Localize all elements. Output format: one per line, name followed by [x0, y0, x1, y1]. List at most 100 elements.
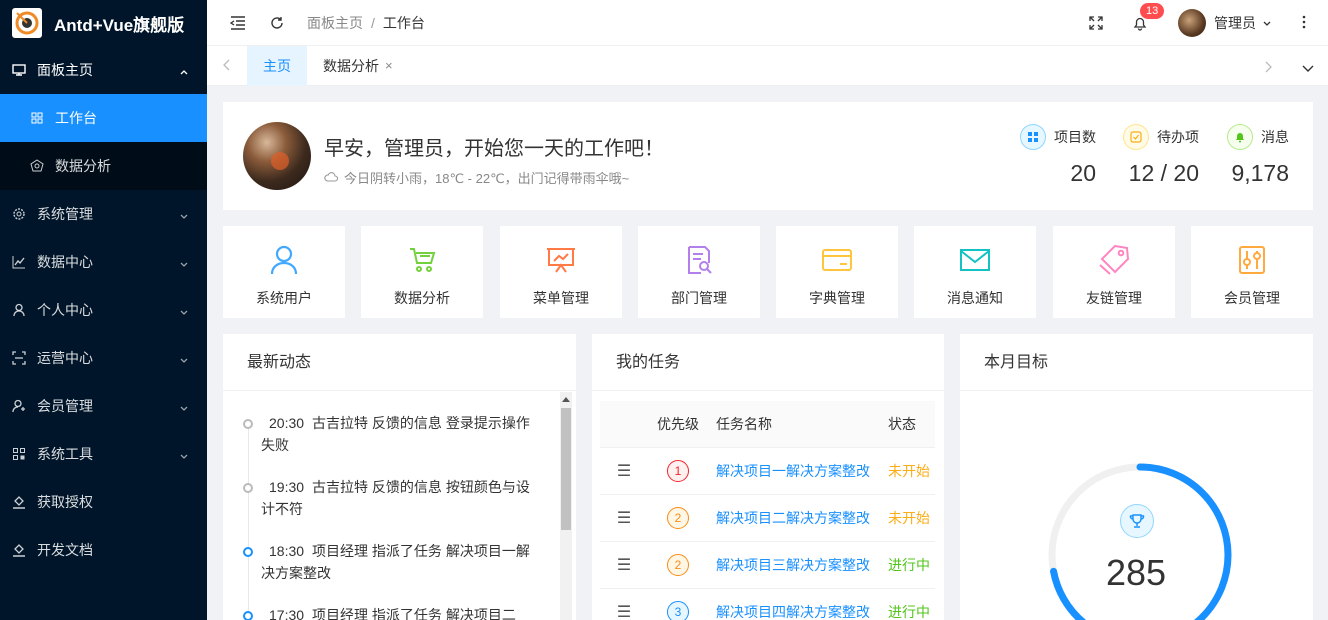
tab-label: 主页: [263, 57, 291, 74]
tab-home[interactable]: 主页: [247, 45, 307, 86]
task-status: 进行中: [888, 557, 930, 573]
task-name-link[interactable]: 解决项目二解决方案整改: [708, 508, 888, 528]
tabs-dropdown-icon[interactable]: [1302, 60, 1314, 76]
table-row[interactable]: ☰ 2 解决项目三解决方案整改 进行中: [600, 542, 935, 589]
slider-icon: [1236, 244, 1268, 276]
menu-fold-icon[interactable]: [228, 13, 248, 33]
priority-badge: 1: [667, 460, 689, 482]
shortcut-department-management[interactable]: 部门管理: [638, 226, 760, 318]
sidebar-item-data-center[interactable]: 数据中心: [0, 238, 207, 286]
drag-handle-icon[interactable]: ☰: [600, 461, 648, 481]
sidebar: Antd+Vue旗舰版 面板主页 工作台 数据分析 系统管理 数据中心 个人中心…: [0, 0, 207, 620]
sidebar-item-dashboard-home[interactable]: 面板主页: [0, 46, 207, 94]
notification-badge: 13: [1140, 3, 1165, 19]
avatar[interactable]: [1178, 9, 1206, 37]
trophy-icon: [1120, 504, 1154, 538]
shortcut-member-management[interactable]: 会员管理: [1191, 226, 1313, 318]
sidebar-item-auth[interactable]: 获取授权: [0, 478, 207, 526]
sidebar-item-system[interactable]: 系统管理: [0, 190, 207, 238]
more-vertical-icon[interactable]: [1302, 15, 1306, 32]
stat-messages: 消息 9,178: [1227, 124, 1289, 187]
sidebar-item-label: 会员管理: [37, 398, 93, 414]
stat-value: 9,178: [1231, 160, 1289, 186]
shortcut-link-management[interactable]: 友链管理: [1053, 226, 1175, 318]
sidebar-item-operations[interactable]: 运营中心: [0, 334, 207, 382]
timeline-dot: [243, 547, 253, 557]
welcome-card: 早安，管理员，开始您一天的工作吧！ 今日阴转小雨，18℃ - 22℃，出门记得带…: [223, 102, 1313, 210]
user-avatar-large: [243, 122, 311, 190]
task-status: 未开始: [888, 510, 930, 526]
sidebar-item-label: 运营中心: [37, 350, 93, 366]
breadcrumb-item-current: 工作台: [382, 14, 425, 31]
sidebar-item-tools[interactable]: 系统工具: [0, 430, 207, 478]
sidebar-item-members[interactable]: 会员管理: [0, 382, 207, 430]
table-row[interactable]: ☰ 1 解决项目一解决方案整改 未开始: [600, 448, 935, 495]
activity-timeline[interactable]: 20:30 古吉拉特 反馈的信息 登录提示操作失败 19:30 古吉拉特 反馈的信息…: [223, 392, 576, 620]
sidebar-item-label: 面板主页: [37, 62, 93, 78]
timeline-time: 20:30: [269, 415, 305, 431]
close-icon[interactable]: ×: [385, 58, 393, 73]
fullscreen-icon[interactable]: [1086, 13, 1106, 33]
sidebar-item-docs[interactable]: 开发文档: [0, 526, 207, 574]
task-name-link[interactable]: 解决项目三解决方案整改: [708, 555, 888, 575]
priority-badge: 3: [667, 601, 689, 620]
sidebar-item-label: 系统管理: [37, 206, 93, 222]
tabs-scroll-right-icon[interactable]: [1264, 60, 1272, 76]
task-status: 进行中: [888, 604, 930, 620]
priority-badge: 2: [667, 507, 689, 529]
shortcut-dictionary-management[interactable]: 字典管理: [776, 226, 898, 318]
user-name[interactable]: 管理员: [1214, 13, 1256, 33]
goal-value: 285: [1105, 552, 1167, 593]
shortcut-system-users[interactable]: 系统用户: [223, 226, 345, 318]
shortcut-message-notice[interactable]: 消息通知: [914, 226, 1036, 318]
timeline-dot: [243, 419, 253, 429]
tools-icon: [12, 447, 26, 461]
document-search-icon: [683, 244, 715, 276]
table-row[interactable]: ☰ 2 解决项目二解决方案整改 未开始: [600, 495, 935, 542]
reload-icon[interactable]: [267, 13, 287, 33]
timeline-dot: [243, 483, 253, 493]
drag-handle-icon[interactable]: ☰: [600, 602, 648, 620]
panel-title: 我的任务: [592, 334, 944, 391]
sidebar-item-label: 数据分析: [55, 158, 111, 174]
bell-icon[interactable]: 13: [1130, 3, 1165, 33]
sidebar-item-personal[interactable]: 个人中心: [0, 286, 207, 334]
chevron-down-icon: [179, 256, 189, 272]
sidebar-item-analysis[interactable]: 数据分析: [0, 142, 207, 190]
task-name-link[interactable]: 解决项目四解决方案整改: [708, 602, 888, 620]
stat-value: 12 / 20: [1128, 160, 1199, 186]
task-name-link[interactable]: 解决项目一解决方案整改: [708, 461, 888, 481]
chevron-down-icon: [179, 208, 189, 224]
shortcut-data-analysis[interactable]: 数据分析: [361, 226, 483, 318]
tag-icon: [1098, 244, 1130, 276]
column-header: 优先级: [657, 416, 699, 432]
sidebar-item-workbench[interactable]: 工作台: [0, 94, 207, 142]
shortcut-label: 数据分析: [394, 290, 450, 306]
table-row[interactable]: ☰ 3 解决项目四解决方案整改 进行中: [600, 589, 935, 620]
goal-progress-ring: [1048, 463, 1232, 620]
timeline-time: 18:30: [269, 543, 305, 559]
scrollbar-thumb[interactable]: [561, 408, 571, 530]
breadcrumb-separator: /: [371, 14, 375, 31]
stat-label: 消息: [1261, 129, 1289, 145]
bell-icon: [1227, 124, 1253, 150]
drag-handle-icon[interactable]: ☰: [600, 508, 648, 528]
timeline-time: 19:30: [269, 479, 305, 495]
shortcut-label: 消息通知: [947, 290, 1003, 306]
chevron-down-icon[interactable]: [1262, 15, 1272, 31]
tab-analysis[interactable]: 数据分析 ×: [307, 46, 409, 86]
tabs-scroll-left-icon[interactable]: [223, 58, 231, 74]
gear-icon: [12, 207, 26, 221]
activity-scrollbar[interactable]: [560, 392, 572, 620]
timeline-item: 19:30 古吉拉特 反馈的信息 按钮颜色与设计不符: [243, 476, 543, 520]
shortcut-menu-management[interactable]: 菜单管理: [500, 226, 622, 318]
breadcrumb-item-home[interactable]: 面板主页: [307, 13, 363, 33]
logo[interactable]: Antd+Vue旗舰版: [0, 0, 207, 46]
scroll-up-icon[interactable]: [562, 394, 570, 404]
cart-icon: [406, 244, 438, 276]
priority-badge: 2: [667, 554, 689, 576]
scan-icon: [12, 351, 26, 365]
drag-handle-icon[interactable]: ☰: [600, 555, 648, 575]
shortcut-label: 部门管理: [671, 290, 727, 306]
task-status: 未开始: [888, 463, 930, 479]
